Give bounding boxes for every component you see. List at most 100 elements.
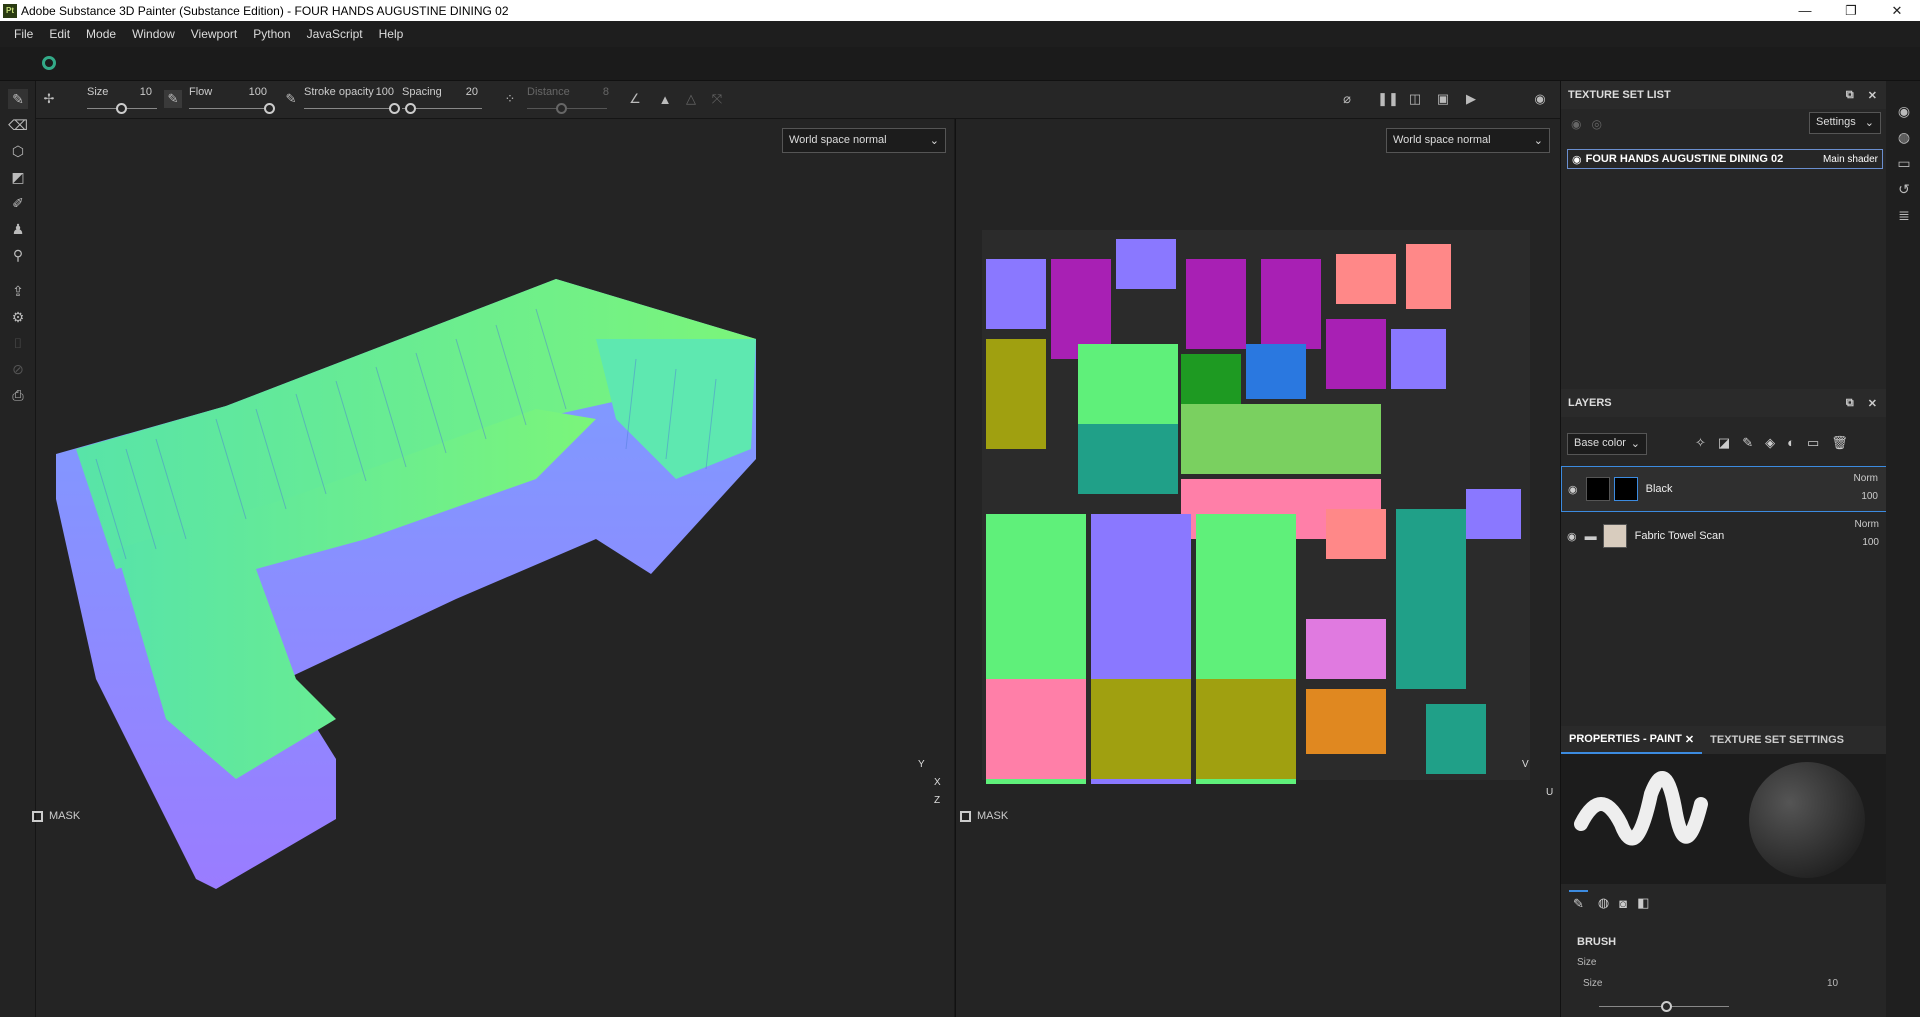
transform-icon[interactable]: ⤧ <box>708 90 726 108</box>
screenshot-icon[interactable]: ◉ <box>1531 90 1549 108</box>
brush-size-value[interactable]: 10 <box>1827 978 1838 989</box>
display-settings-icon[interactable]: ◉ <box>1894 101 1914 121</box>
stroke-opacity-slider[interactable] <box>304 108 394 109</box>
minimize-icon[interactable]: — <box>1782 0 1828 21</box>
layer-blend-mode[interactable]: Norm <box>1855 519 1879 530</box>
add-mask-icon[interactable]: ◪ <box>1718 435 1730 451</box>
log-icon[interactable]: ≣ <box>1894 205 1914 225</box>
3d-viewport[interactable]: World space normal ⌄ MASK Y X Z <box>32 119 954 1017</box>
pause-icon[interactable]: ❚❚ <box>1377 90 1399 108</box>
lazy-mouse-icon[interactable]: ⌷ <box>8 333 28 353</box>
spacing-value[interactable]: 20 <box>448 86 478 98</box>
clone-icon[interactable]: ♟ <box>8 219 28 239</box>
restore-icon[interactable]: ❐ <box>1828 0 1874 21</box>
add-paint-layer-icon[interactable]: ✎ <box>1742 435 1753 451</box>
add-smart-material-icon[interactable]: ◐ <box>1787 435 1795 451</box>
material-tab-icon[interactable]: ◍ <box>1598 895 1609 911</box>
menu-javascript[interactable]: JavaScript <box>299 27 371 41</box>
stroke-opacity-knob[interactable] <box>389 103 400 114</box>
geometry-fill-icon[interactable]: ◩ <box>8 167 28 187</box>
eye-icon[interactable]: ◉ <box>1572 153 1582 166</box>
texture-set-settings-dropdown[interactable]: Settings ⌄ <box>1809 112 1881 134</box>
flow-slider-knob[interactable] <box>264 103 275 114</box>
projection-icon[interactable]: ⬡ <box>8 141 28 161</box>
layer-blend-mode[interactable]: Norm <box>1854 473 1878 484</box>
history-icon[interactable]: ↺ <box>1894 179 1914 199</box>
mask-checkbox[interactable] <box>32 810 43 822</box>
symmetry-mirror-icon[interactable]: ▲ <box>656 90 674 108</box>
distance-label: Distance <box>527 86 570 98</box>
alpha-tab-icon[interactable]: ◙ <box>1619 896 1627 911</box>
brush-size-knob[interactable] <box>1661 1001 1672 1012</box>
flow-slider[interactable] <box>189 108 269 109</box>
close-panel-icon[interactable]: ✕ <box>1868 89 1877 102</box>
eye-icon[interactable]: ◉ <box>1567 530 1577 543</box>
stroke-opacity-value[interactable]: 100 <box>364 86 394 98</box>
texture-set-item[interactable]: ◉ FOUR HANDS AUGUSTINE DINING 02 Main sh… <box>1567 149 1883 169</box>
mask-label-3d: MASK <box>49 810 81 822</box>
menu-viewport[interactable]: Viewport <box>183 27 245 41</box>
menu-edit[interactable]: Edit <box>41 27 78 41</box>
split-view-icon[interactable]: ◫ <box>1406 90 1424 108</box>
add-fill-layer-icon[interactable]: ◈ <box>1765 435 1775 451</box>
camera-icon[interactable]: ▶ <box>1462 90 1480 108</box>
close-icon[interactable]: ✕ <box>1874 0 1920 21</box>
mask-toggle-3d[interactable]: MASK <box>32 810 80 822</box>
add-effect-icon[interactable]: ✧ <box>1695 435 1706 451</box>
smudge-icon[interactable]: ✐ <box>8 193 28 213</box>
size-value[interactable]: 10 <box>122 86 152 98</box>
color-picker-icon[interactable]: ⚲ <box>8 245 28 265</box>
paint-brush-icon[interactable]: ✎ <box>8 89 28 109</box>
plugin-icon[interactable] <box>42 56 56 70</box>
shelf-icon[interactable]: ▭ <box>1894 153 1914 173</box>
symmetry-icon[interactable]: ⊘ <box>8 359 28 379</box>
lazy-mouse-toggle-icon[interactable]: ⁘ <box>501 90 519 108</box>
stencil-tab-icon[interactable]: ◧ <box>1637 895 1649 911</box>
layer-opacity[interactable]: 100 <box>1861 491 1878 502</box>
uv-texture-map[interactable] <box>956 119 1561 1017</box>
menu-file[interactable]: File <box>6 27 41 41</box>
float-panel-icon[interactable]: ⧉ <box>1846 89 1854 102</box>
environment-icon[interactable]: ◍ <box>1894 127 1914 147</box>
channel-dropdown[interactable]: Base color ⌄ <box>1567 433 1647 455</box>
cube-icon[interactable]: ▣ <box>1434 90 1452 108</box>
eraser-icon[interactable]: ⌫ <box>8 115 28 135</box>
tab-texture-set-settings[interactable]: TEXTURE SET SETTINGS <box>1702 734 1852 746</box>
menu-mode[interactable]: Mode <box>78 27 124 41</box>
texture-set-shader[interactable]: Main shader <box>1823 154 1878 165</box>
delete-layer-icon[interactable]: 🗑 <box>1831 435 1848 451</box>
symmetry-disabled-icon[interactable]: △ <box>682 90 700 108</box>
sofa-3d-model[interactable] <box>36 119 954 1017</box>
settings-label: Settings <box>1816 116 1856 128</box>
add-folder-icon[interactable]: ▭ <box>1807 435 1819 451</box>
size-slider-knob[interactable] <box>116 103 127 114</box>
menu-python[interactable]: Python <box>245 27 298 41</box>
mask-checkbox[interactable] <box>960 810 971 822</box>
tab-properties-paint[interactable]: PROPERTIES - PAINT ✕ <box>1561 726 1703 754</box>
flow-pressure-icon[interactable]: ✎ <box>282 90 300 108</box>
layer-name[interactable]: Fabric Towel Scan <box>1635 530 1725 542</box>
brush-tab-icon[interactable]: ✎ <box>1569 890 1588 916</box>
layer-row-fabric[interactable]: ◉ ▬ Fabric Towel Scan Norm 100 <box>1561 513 1887 559</box>
flow-value[interactable]: 100 <box>237 86 267 98</box>
2d-viewport[interactable]: World space normal ⌄ MASK V U <box>955 119 1560 1017</box>
mask-toggle-2d[interactable]: MASK <box>960 810 1008 822</box>
settings-gear-icon[interactable]: ⚙ <box>8 307 28 327</box>
spacing-slider-knob[interactable] <box>405 103 416 114</box>
bake-icon[interactable]: ⇪ <box>8 281 28 301</box>
pen-pressure-icon[interactable]: ✎ <box>164 90 182 108</box>
float-panel-icon[interactable]: ⧉ <box>1846 397 1854 410</box>
menu-window[interactable]: Window <box>124 27 183 41</box>
close-panel-icon[interactable]: ✕ <box>1868 397 1877 410</box>
visibility-toggle-icons[interactable]: ◉ ◎ <box>1571 117 1602 131</box>
menu-help[interactable]: Help <box>371 27 412 41</box>
mask-thumbnail[interactable] <box>1613 477 1638 501</box>
layer-name[interactable]: Black <box>1646 483 1673 495</box>
layer-row-black[interactable]: ◉ Black Norm 100 <box>1561 466 1887 512</box>
hide-icon[interactable]: ⌀ <box>1338 90 1356 108</box>
angle-icon[interactable]: ∠ <box>626 90 644 108</box>
export-icon[interactable]: ⎙ <box>8 385 28 405</box>
layer-opacity[interactable]: 100 <box>1862 537 1879 548</box>
brush-preset-icon[interactable]: ✢ <box>40 90 58 108</box>
eye-icon[interactable]: ◉ <box>1568 483 1578 496</box>
